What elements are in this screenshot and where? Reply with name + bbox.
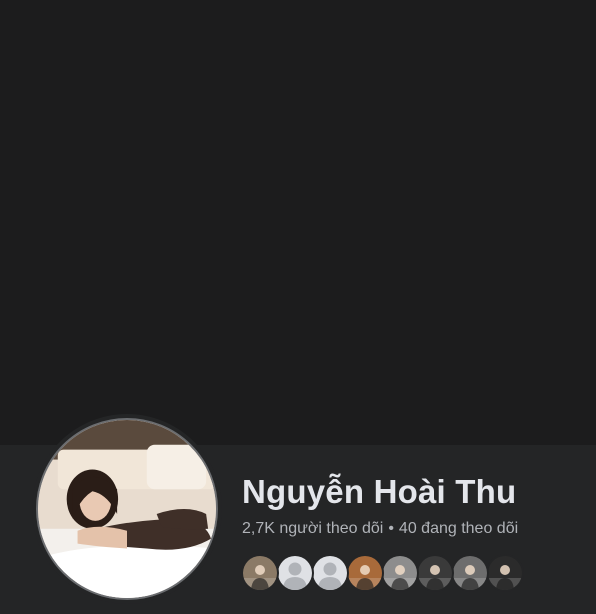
user-photo-icon: [488, 556, 522, 590]
profile-name: Nguyễn Hoài Thu: [242, 473, 517, 510]
follower-avatar[interactable]: [416, 554, 454, 592]
followers-label: người theo dõi: [279, 520, 384, 537]
profile-photo-illustration: [38, 420, 216, 598]
default-user-icon: [313, 556, 347, 590]
cover-photo[interactable]: [0, 0, 596, 445]
user-photo-icon: [243, 556, 277, 590]
following-count: 40: [398, 520, 417, 537]
follower-avatar[interactable]: [381, 554, 419, 592]
followers-link[interactable]: 2,7K người theo dõi: [242, 520, 383, 537]
user-photo-icon: [383, 556, 417, 590]
follower-avatar[interactable]: [451, 554, 489, 592]
follower-avatar[interactable]: [276, 554, 314, 592]
user-photo-icon: [418, 556, 452, 590]
follower-avatar[interactable]: [346, 554, 384, 592]
default-user-icon: [278, 556, 312, 590]
user-photo-icon: [348, 556, 382, 590]
profile-photo: [36, 418, 218, 600]
user-photo-icon: [453, 556, 487, 590]
follower-avatar[interactable]: [241, 554, 279, 592]
following-label: đang theo dõi: [421, 520, 519, 537]
stats-separator: •: [388, 520, 394, 537]
follow-stats: 2,7K người theo dõi • 40 đang theo dõi: [242, 520, 518, 538]
followers-count: 2,7K: [242, 520, 275, 537]
following-link[interactable]: 40 đang theo dõi: [399, 520, 518, 537]
profile-picture[interactable]: [32, 414, 222, 604]
follower-avatar[interactable]: [311, 554, 349, 592]
follower-avatars: [241, 554, 524, 592]
follower-avatar[interactable]: [486, 554, 524, 592]
